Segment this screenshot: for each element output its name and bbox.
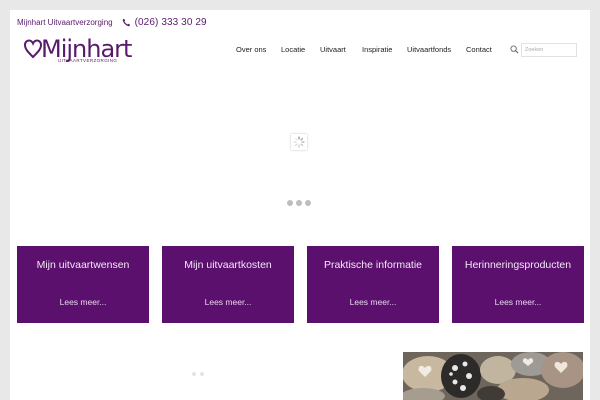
top-company-name: Mijnhart Uitvaartverzorging xyxy=(17,17,113,27)
slider-pagination xyxy=(287,200,314,206)
memorial-stones-image xyxy=(403,352,583,400)
tile-read-more-link[interactable]: Lees meer... xyxy=(452,297,584,307)
tile-read-more-link[interactable]: Lees meer... xyxy=(162,297,294,307)
spinner-icon xyxy=(293,136,305,148)
nav-item-uitvaartfonds[interactable]: Uitvaartfonds xyxy=(407,45,451,54)
nav-item-contact[interactable]: Contact xyxy=(466,45,492,54)
nav-item-inspiratie[interactable]: Inspiratie xyxy=(362,45,392,54)
tile-praktische-informatie[interactable]: Praktische informatie Lees meer... xyxy=(307,246,439,323)
nav-item-uitvaart[interactable]: Uitvaart xyxy=(320,45,346,54)
nav-item-over-ons[interactable]: Over ons xyxy=(236,45,266,54)
slider-dot[interactable] xyxy=(305,200,311,206)
tile-title: Mijn uitvaartkosten xyxy=(184,259,272,271)
tile-herinneringsproducten[interactable]: Herinneringsproducten Lees meer... xyxy=(452,246,584,323)
content-loading-dots xyxy=(192,372,208,376)
heart-logo-icon xyxy=(24,39,42,59)
site-logo[interactable]: Mijnhart UITVAARTVERZORGING xyxy=(24,35,132,66)
loading-dot xyxy=(200,372,204,376)
slider-dot[interactable] xyxy=(296,200,302,206)
top-phone[interactable]: (026) 333 30 29 xyxy=(122,17,207,28)
page: Mijnhart Uitvaartverzorging (026) 333 30… xyxy=(10,10,590,400)
top-bar: Mijnhart Uitvaartverzorging (026) 333 30… xyxy=(17,15,207,29)
phone-icon xyxy=(122,18,130,26)
loading-spinner xyxy=(291,134,307,150)
tile-title: Praktische informatie xyxy=(323,259,423,271)
tile-mijn-uitvaartkosten[interactable]: Mijn uitvaartkosten Lees meer... xyxy=(162,246,294,323)
tile-title: Mijn uitvaartwensen xyxy=(36,259,130,271)
search-icon[interactable] xyxy=(510,45,519,54)
tile-mijn-uitvaartwensen[interactable]: Mijn uitvaartwensen Lees meer... xyxy=(17,246,149,323)
nav-item-locatie[interactable]: Locatie xyxy=(281,45,305,54)
tile-title: Herinneringsproducten xyxy=(464,259,572,271)
tile-read-more-link[interactable]: Lees meer... xyxy=(17,297,149,307)
loading-dot xyxy=(192,372,196,376)
tile-read-more-link[interactable]: Lees meer... xyxy=(307,297,439,307)
top-phone-number: (026) 333 30 29 xyxy=(134,16,207,28)
slider-dot[interactable] xyxy=(287,200,293,206)
logo-subtitle: UITVAARTVERZORGING xyxy=(58,58,118,63)
search-input[interactable] xyxy=(521,43,577,57)
